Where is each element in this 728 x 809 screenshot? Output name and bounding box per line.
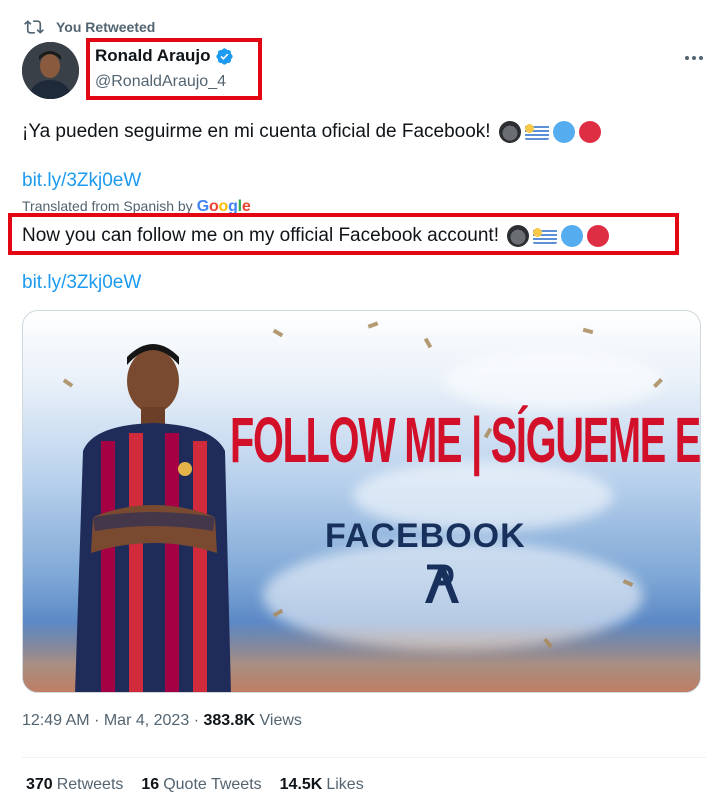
confetti bbox=[367, 321, 379, 329]
player-photo bbox=[75, 344, 231, 692]
tweet-text-content: ¡Ya pueden seguirme en mi cuenta oficial… bbox=[22, 121, 491, 142]
likes-label: Likes bbox=[326, 776, 364, 793]
views-count: 383.8K bbox=[203, 712, 256, 729]
uruguay-flag-emoji bbox=[524, 124, 549, 140]
uruguay-flag-emoji bbox=[533, 228, 557, 244]
translated-text-content: Now you can follow me on my official Fac… bbox=[22, 225, 499, 246]
quote-label: Quote Tweets bbox=[163, 776, 262, 793]
retweets-count: 370 bbox=[26, 776, 53, 793]
quote-count: 16 bbox=[141, 776, 160, 793]
tweet-link-translated[interactable]: bit.ly/3Zkj0eW bbox=[22, 272, 141, 294]
confetti bbox=[272, 328, 284, 338]
retweets-stat[interactable]: 370 Retweets bbox=[26, 776, 123, 794]
more-dot bbox=[685, 56, 689, 60]
tweet-media-image[interactable]: FOLLOW ME | SÍGUEME EN FACEBOOK bbox=[22, 310, 701, 693]
media-headline: FOLLOW ME | SÍGUEME EN bbox=[230, 404, 701, 476]
display-name[interactable]: Ronald Araujo bbox=[95, 46, 234, 66]
tweet-meta: 12:49 AM · Mar 4, 2023 · 383.8K Views bbox=[22, 712, 302, 730]
red-circle-emoji bbox=[578, 121, 601, 143]
gorilla-emoji bbox=[498, 121, 521, 143]
translation-label: Translated from Spanish by bbox=[22, 198, 193, 214]
red-circle-emoji bbox=[587, 225, 609, 247]
tweet-text: ¡Ya pueden seguirme en mi cuenta oficial… bbox=[22, 120, 601, 144]
quote-tweets-stat[interactable]: 16 Quote Tweets bbox=[141, 776, 261, 794]
retweet-indicator: You Retweeted bbox=[24, 16, 155, 38]
views-label: Views bbox=[259, 712, 302, 729]
author-handle[interactable]: @RonaldAraujo_4 bbox=[95, 73, 226, 91]
ra-logo-icon bbox=[425, 564, 459, 603]
tweet-date[interactable]: Mar 4, 2023 bbox=[104, 712, 189, 729]
retweets-label: Retweets bbox=[56, 776, 124, 793]
confetti bbox=[582, 327, 594, 335]
tweet-time[interactable]: 12:49 AM bbox=[22, 712, 90, 729]
more-options-icon[interactable] bbox=[682, 46, 706, 70]
more-dot bbox=[692, 56, 696, 60]
more-dot bbox=[699, 56, 703, 60]
retweet-icon bbox=[24, 20, 44, 34]
avatar[interactable] bbox=[22, 42, 79, 99]
media-platform-word: FACEBOOK bbox=[325, 517, 526, 555]
likes-stat[interactable]: 14.5K Likes bbox=[280, 776, 364, 794]
divider bbox=[22, 757, 706, 758]
meta-separator: · bbox=[94, 712, 100, 729]
meta-separator: · bbox=[193, 712, 200, 729]
retweet-label: You Retweeted bbox=[56, 19, 156, 35]
confetti bbox=[423, 337, 433, 349]
blue-circle-emoji bbox=[561, 225, 583, 247]
blue-circle-emoji bbox=[552, 121, 575, 143]
likes-count: 14.5K bbox=[279, 776, 323, 793]
translated-text: Now you can follow me on my official Fac… bbox=[22, 224, 609, 248]
cloud-decoration bbox=[443, 351, 663, 411]
tweet-link[interactable]: bit.ly/3Zkj0eW bbox=[22, 170, 141, 192]
tweet-stats: 370 Retweets 16 Quote Tweets 14.5K Likes bbox=[26, 776, 364, 794]
display-name-text[interactable]: Ronald Araujo bbox=[95, 46, 211, 66]
verified-badge-icon bbox=[215, 47, 233, 65]
gorilla-emoji bbox=[507, 225, 529, 247]
